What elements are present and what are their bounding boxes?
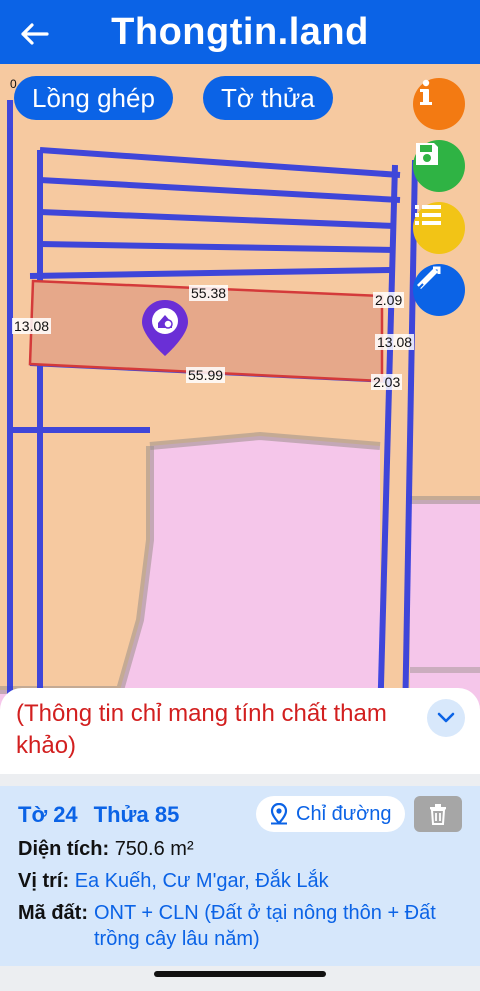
- location-row: Vị trí: Ea Kuếh, Cư M'gar, Đắk Lắk: [18, 868, 329, 894]
- floppy-disk-icon: [416, 143, 438, 165]
- dimension-right-top: 2.09: [373, 292, 405, 308]
- dimension-left: 13.08: [12, 318, 52, 334]
- delete-button[interactable]: [414, 796, 462, 832]
- info-icon: [420, 79, 432, 105]
- parcel-id: Tờ 24 Thửa 85: [18, 802, 195, 828]
- dimension-top: 55.38: [189, 285, 229, 301]
- page-title: Thongtin.land: [111, 10, 369, 53]
- map-canvas: [0, 100, 480, 723]
- land-code-row: Mã đất: ONT + CLN (Đất ở tại nông thôn +…: [18, 900, 458, 952]
- sheet-parcel-button[interactable]: Tờ thửa: [203, 76, 333, 120]
- layer-list-button[interactable]: [413, 202, 465, 254]
- area-row: Diện tích: 750.6 m²: [18, 836, 194, 862]
- dimension-right-bottom: 2.03: [371, 374, 403, 390]
- measure-edit-button[interactable]: [413, 264, 465, 316]
- area-label: Diện tích:: [18, 838, 110, 860]
- overlay-toggle-button[interactable]: Lồng ghép: [14, 76, 173, 120]
- map-view[interactable]: 0 Lồng ghép Tờ thửa 55.38 55.99 13.08 13…: [0, 64, 480, 724]
- map-pin-icon: [270, 803, 288, 825]
- location-value: Ea Kuếh, Cư M'gar, Đắk Lắk: [74, 870, 329, 892]
- save-button[interactable]: [413, 140, 465, 192]
- location-label: Vị trí:: [18, 870, 70, 892]
- parcel-number: Thửa 85: [93, 802, 180, 827]
- info-button[interactable]: [413, 78, 465, 130]
- area-value: 750.6 m²: [114, 838, 194, 860]
- home-indicator: [154, 971, 326, 977]
- chevron-down-icon: [437, 712, 455, 723]
- collapse-button[interactable]: [427, 699, 465, 737]
- parcel-info-card: Tờ 24 Thửa 85 Chỉ đường Diện tích: 750.6 …: [0, 786, 480, 966]
- dimension-bottom: 55.99: [186, 367, 226, 383]
- land-code-value: ONT + CLN (Đất ở tại nông thôn + Đất trồ…: [94, 902, 436, 950]
- disclaimer-text: (Thông tin chỉ mang tính chất tham khảo): [16, 700, 387, 759]
- trash-icon: [430, 804, 446, 825]
- app-header: Thongtin.land: [0, 0, 480, 64]
- disclaimer-bar: (Thông tin chỉ mang tính chất tham khảo): [0, 688, 480, 774]
- ruler-pencil-icon: [416, 266, 441, 291]
- back-arrow-icon[interactable]: [16, 16, 52, 52]
- directions-label: Chỉ đường: [296, 802, 392, 825]
- dimension-right: 13.08: [375, 334, 415, 350]
- directions-button[interactable]: Chỉ đường: [256, 796, 406, 832]
- list-icon: [415, 205, 441, 225]
- sheet-number: Tờ 24: [18, 802, 78, 827]
- land-code-label: Mã đất:: [18, 902, 88, 924]
